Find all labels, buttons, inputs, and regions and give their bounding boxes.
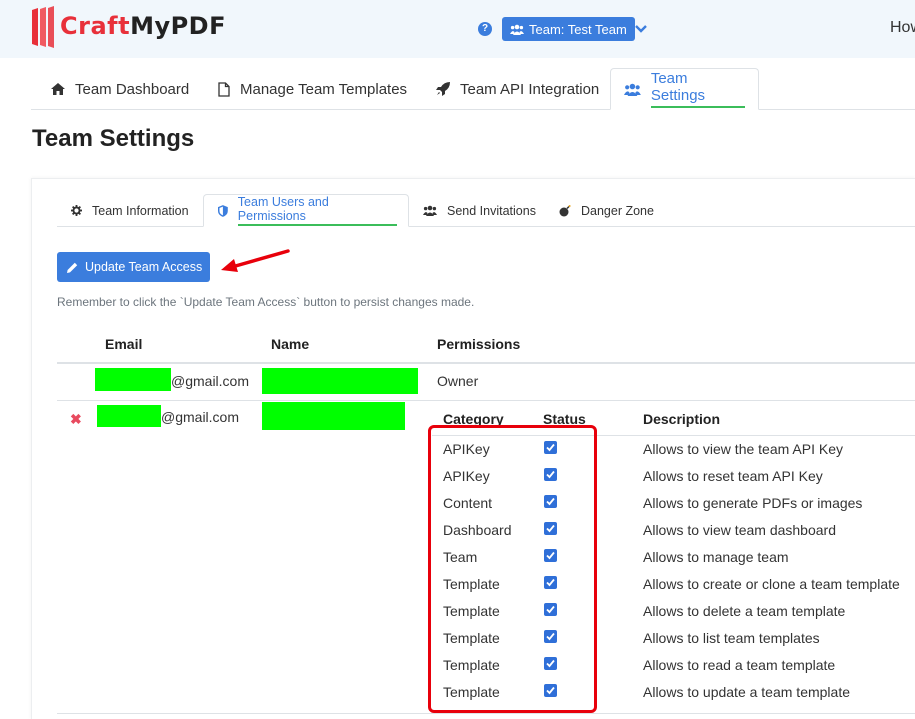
help-icon[interactable]: ?	[478, 22, 492, 36]
tab-label: Manage Team Templates	[240, 80, 408, 98]
update-team-access-label: Update Team Access	[85, 260, 203, 274]
persist-note: Remember to click the `Update Team Acces…	[57, 295, 475, 309]
users-icon	[510, 24, 524, 35]
permission-description: Allows to view team dashboard	[643, 522, 836, 538]
redacted-name	[262, 368, 418, 394]
email-domain: @gmail.com	[161, 409, 240, 425]
redacted-name	[262, 402, 405, 430]
permission-description: Allows to create or clone a team templat…	[643, 576, 900, 592]
logo-mark-icon	[30, 6, 56, 48]
column-header-name: Name	[271, 336, 310, 352]
tab-send-invitations[interactable]: Send Invitations	[423, 194, 536, 227]
permission-description: Allows to update a team template	[643, 684, 851, 700]
permission-description: Allows to generate PDFs or images	[643, 495, 863, 511]
logo-text-craft: Craft	[60, 12, 131, 40]
update-team-access-button[interactable]: Update Team Access	[57, 252, 210, 282]
tab-manage-team-templates[interactable]: Manage Team Templates	[218, 68, 407, 110]
tab-team-dashboard[interactable]: Team Dashboard	[51, 68, 189, 110]
column-header-email: Email	[105, 336, 143, 352]
remove-user-icon[interactable]: ✖	[70, 411, 82, 428]
tab-team-api-integration[interactable]: Team API Integration	[436, 68, 599, 110]
top-header: CraftMyPDF ? Team: Test Team How	[0, 0, 915, 58]
table-bottom-divider	[57, 713, 915, 714]
team-selector-button[interactable]: Team: Test Team	[502, 17, 635, 41]
gear-icon	[71, 205, 82, 216]
shield-icon	[218, 204, 228, 217]
home-icon	[51, 83, 65, 95]
column-header-permissions: Permissions	[437, 336, 521, 352]
users-icon	[624, 83, 641, 96]
file-icon	[218, 81, 230, 97]
email-domain: @gmail.com	[171, 373, 250, 389]
tab-label: Team Users and Permissions	[237, 195, 397, 226]
permission-description: Allows to delete a team template	[643, 603, 846, 619]
users-icon	[423, 205, 437, 216]
tab-danger-zone[interactable]: Danger Zone	[559, 194, 654, 227]
permission-description: Allows to read a team template	[643, 657, 836, 673]
app-logo[interactable]: CraftMyPDF	[30, 5, 226, 48]
tab-label: Send Invitations	[447, 203, 536, 218]
tab-label: Team API Integration	[460, 80, 600, 98]
header-nav-link[interactable]: How	[890, 19, 915, 37]
page-title: Team Settings	[32, 125, 195, 152]
logo-text-mypdf: MyPDF	[130, 12, 226, 40]
team-selector-label: Team: Test Team	[529, 21, 627, 37]
permission-description: Allows to list team templates	[643, 630, 820, 646]
annotation-highlight-box	[428, 425, 597, 713]
tab-team-information[interactable]: Team Information	[71, 194, 189, 227]
tab-label: Danger Zone	[581, 203, 654, 218]
row-divider	[57, 400, 915, 401]
permission-owner: Owner	[437, 373, 479, 389]
redacted-email	[97, 405, 161, 427]
tab-label: Team Settings	[650, 70, 745, 108]
permission-description: Allows to view the team API Key	[643, 441, 843, 457]
permission-description: Allows to manage team	[643, 549, 789, 565]
annotation-arrow-icon	[221, 249, 290, 272]
tab-label: Team Information	[92, 203, 189, 218]
sub-tabs: Team Information Team Users and Permissi…	[57, 194, 915, 227]
redacted-email	[95, 368, 171, 391]
pencil-icon	[67, 262, 78, 273]
column-header-description: Description	[643, 411, 721, 427]
permission-description: Allows to reset team API Key	[643, 468, 823, 484]
tab-label: Team Dashboard	[75, 80, 190, 98]
bomb-icon	[559, 204, 571, 216]
chevron-down-icon[interactable]	[634, 22, 648, 36]
header-divider	[57, 362, 915, 364]
rocket-icon	[436, 82, 450, 96]
tab-team-settings[interactable]: Team Settings	[610, 68, 759, 110]
tab-team-users-and-permissions[interactable]: Team Users and Permissions	[203, 194, 409, 227]
settings-card: Team Information Team Users and Permissi…	[31, 178, 915, 719]
main-tabs: Team Dashboard Manage Team Templates Tea…	[31, 68, 915, 110]
